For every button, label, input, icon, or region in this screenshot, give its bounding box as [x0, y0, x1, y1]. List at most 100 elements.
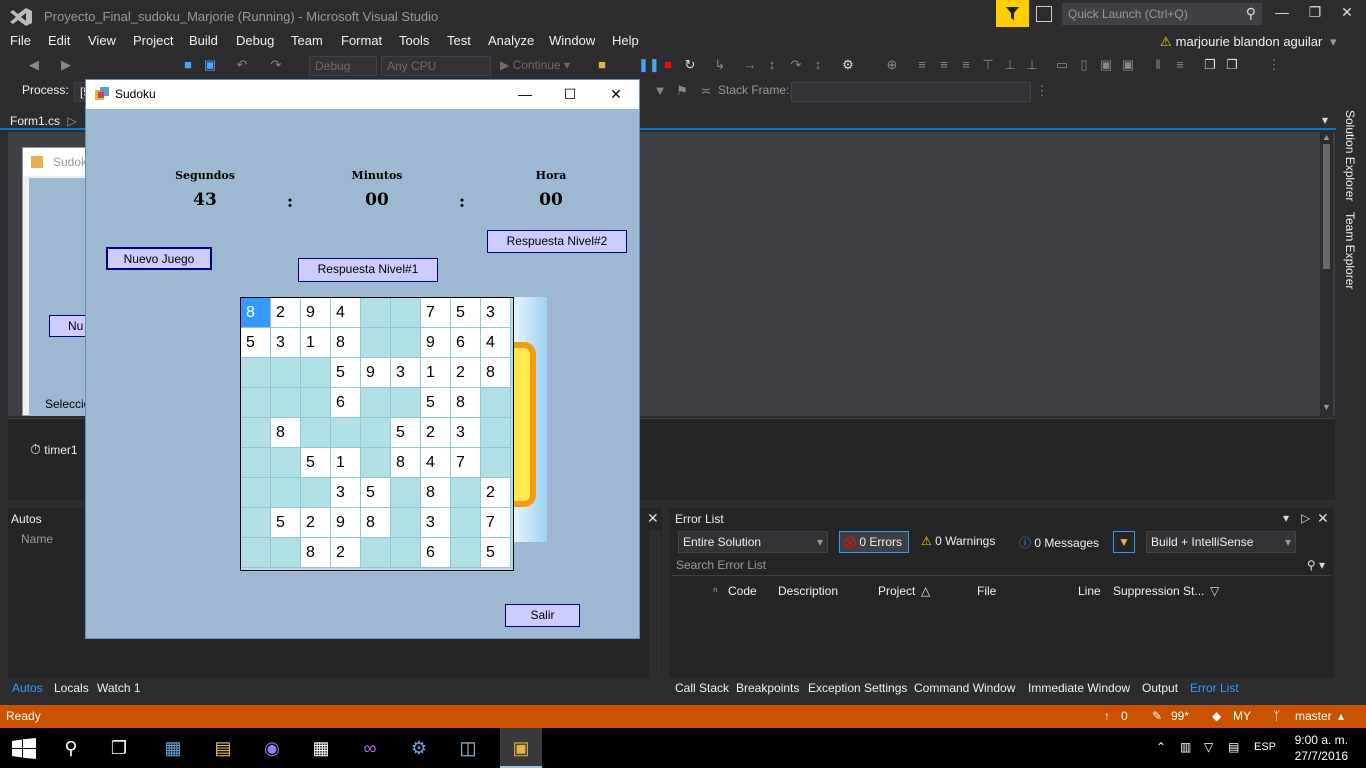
tab-error-list[interactable]: Error List — [1190, 681, 1239, 695]
sudoku-cell[interactable]: 7 — [451, 448, 481, 478]
autos-scrollbar[interactable] — [649, 530, 661, 678]
hot-reload-icon[interactable]: ⚙ — [840, 57, 856, 73]
redo-icon[interactable]: ↷ — [268, 57, 284, 73]
sudoku-cell[interactable]: 9 — [331, 508, 361, 538]
sudoku-cell[interactable] — [391, 508, 421, 538]
same-height-icon[interactable]: ▯ — [1076, 57, 1092, 73]
scope-select[interactable]: Entire Solution ▾ — [678, 531, 828, 553]
wifi-icon[interactable]: ▽ — [1204, 740, 1213, 754]
sudoku-cell[interactable] — [241, 508, 271, 538]
nuevo-juego-button[interactable]: Nuevo Juego — [106, 247, 212, 270]
tab-immediate-window[interactable]: Immediate Window — [1028, 681, 1130, 695]
maximize-button[interactable]: ☐ — [555, 85, 585, 103]
send-back-icon[interactable]: ❐ — [1224, 57, 1240, 73]
sudoku-cell[interactable]: 8 — [361, 508, 391, 538]
align-bottom-icon[interactable]: ⊥ — [1024, 57, 1040, 73]
column-line[interactable]: Line — [1078, 584, 1101, 598]
warnings-filter-button[interactable]: ⚠ 0 Warnings — [917, 531, 999, 553]
sudoku-cell[interactable]: 8 — [421, 478, 451, 508]
sudoku-cell[interactable]: 5 — [361, 478, 391, 508]
sudoku-cell[interactable] — [301, 358, 331, 388]
sudoku-cell[interactable]: 4 — [331, 298, 361, 328]
sudoku-cell[interactable] — [241, 448, 271, 478]
error-search-input[interactable]: Search Error List ⚲ ▾ — [672, 555, 1331, 576]
sudoku-cell[interactable]: 8 — [481, 358, 511, 388]
filter-icon[interactable]: ▼ — [652, 83, 668, 99]
spacing-vertical-icon[interactable]: ≡ — [1172, 57, 1188, 73]
file-explorer-icon[interactable]: ▤ — [210, 736, 236, 760]
sudoku-cell[interactable] — [241, 478, 271, 508]
tab-autos[interactable]: Autos — [12, 681, 43, 695]
salir-button[interactable]: Salir — [505, 604, 580, 627]
user-account[interactable]: ⚠ marjourie blandon aguilar ▾ — [1160, 34, 1337, 50]
app-icon[interactable]: ◉ — [259, 736, 285, 760]
sudoku-cell[interactable]: 2 — [271, 298, 301, 328]
sudoku-cell[interactable] — [271, 388, 301, 418]
build-filter-select[interactable]: Build + IntelliSense ▾ — [1146, 531, 1296, 553]
sudoku-cell[interactable] — [391, 328, 421, 358]
save-icon[interactable]: ■ — [180, 57, 196, 73]
sudoku-cell[interactable] — [361, 388, 391, 418]
sudoku-cell[interactable] — [241, 358, 271, 388]
tab-dropdown-icon[interactable]: ▾ — [1322, 113, 1328, 127]
column-code[interactable]: Code — [728, 584, 757, 598]
align-left-icon[interactable]: ≡ — [914, 57, 930, 73]
toolbar-overflow-icon[interactable]: ⋮ — [1266, 57, 1282, 73]
tab-locals[interactable]: Locals — [54, 681, 89, 695]
sudoku-cell[interactable] — [481, 418, 511, 448]
step-out-icon[interactable]: ↷ — [788, 57, 804, 73]
menu-edit[interactable]: Edit — [48, 33, 70, 48]
sudoku-cell[interactable] — [241, 388, 271, 418]
sudoku-cell[interactable] — [361, 418, 391, 448]
step-into-icon[interactable]: → — [742, 57, 758, 73]
dropdown-icon[interactable]: ▾ — [1283, 511, 1289, 525]
sudoku-cell[interactable]: 5 — [481, 538, 511, 568]
flag-icon[interactable]: ⚑ — [674, 83, 690, 99]
menu-analyze[interactable]: Analyze — [488, 33, 534, 48]
thread-icon[interactable]: ≍ — [698, 83, 714, 99]
sudoku-cell[interactable]: 3 — [391, 358, 421, 388]
column-project[interactable]: Project — [878, 584, 915, 598]
same-size-icon[interactable]: ▣ — [1098, 57, 1114, 73]
sudoku-cell[interactable]: 5 — [331, 358, 361, 388]
project-filter-button[interactable]: ▼ — [1113, 531, 1135, 553]
align-center-icon[interactable]: ≡ — [936, 57, 952, 73]
menu-view[interactable]: View — [88, 33, 116, 48]
menu-team[interactable]: Team — [291, 33, 323, 48]
action-center-icon[interactable]: ▤ — [1228, 740, 1239, 754]
tab-command-window[interactable]: Command Window — [914, 681, 1015, 695]
tab-watch1[interactable]: Watch 1 — [97, 681, 141, 695]
store-icon[interactable]: ▦ — [308, 736, 334, 760]
pause-icon[interactable]: ❚❚ — [638, 57, 660, 73]
sudoku-cell[interactable]: 9 — [301, 298, 331, 328]
sudoku-cell[interactable]: 5 — [391, 418, 421, 448]
designer-scrollbar[interactable]: ▲ ▼ — [1320, 132, 1333, 416]
search-icon[interactable]: ⚲ — [58, 736, 84, 760]
forward-icon[interactable]: ▶ — [58, 57, 74, 73]
sudoku-cell[interactable] — [361, 328, 391, 358]
menu-format[interactable]: Format — [341, 33, 382, 48]
app-icon[interactable]: ◫ — [455, 736, 481, 760]
task-view-icon[interactable]: ❐ — [106, 736, 132, 760]
close-icon[interactable]: ✕ — [1317, 510, 1329, 527]
sudoku-cell[interactable] — [391, 478, 421, 508]
sudoku-cell[interactable]: 2 — [451, 358, 481, 388]
sudoku-cell[interactable] — [451, 508, 481, 538]
sudoku-cell[interactable]: 5 — [301, 448, 331, 478]
pin-icon[interactable]: ▷ — [67, 114, 76, 128]
sudoku-cell[interactable]: 9 — [361, 358, 391, 388]
tab-call-stack[interactable]: Call Stack — [675, 681, 729, 695]
size-to-grid-icon[interactable]: ▣ — [1120, 57, 1136, 73]
sudoku-cell[interactable]: 2 — [331, 538, 361, 568]
minimize-button[interactable]: — — [1271, 4, 1293, 24]
menu-file[interactable]: File — [10, 33, 31, 48]
menu-help[interactable]: Help — [612, 33, 639, 48]
sudoku-cell[interactable] — [361, 298, 391, 328]
sudoku-cell[interactable] — [271, 448, 301, 478]
back-icon[interactable]: ◀ — [26, 57, 42, 73]
design-form-preview[interactable]: Sudok Nu Seleccio — [22, 147, 92, 416]
align-right-icon[interactable]: ≡ — [958, 57, 974, 73]
close-button[interactable]: ✕ — [1336, 4, 1358, 24]
step-over-icon[interactable]: ↕ — [764, 57, 780, 73]
sudoku-cell[interactable]: 6 — [331, 388, 361, 418]
